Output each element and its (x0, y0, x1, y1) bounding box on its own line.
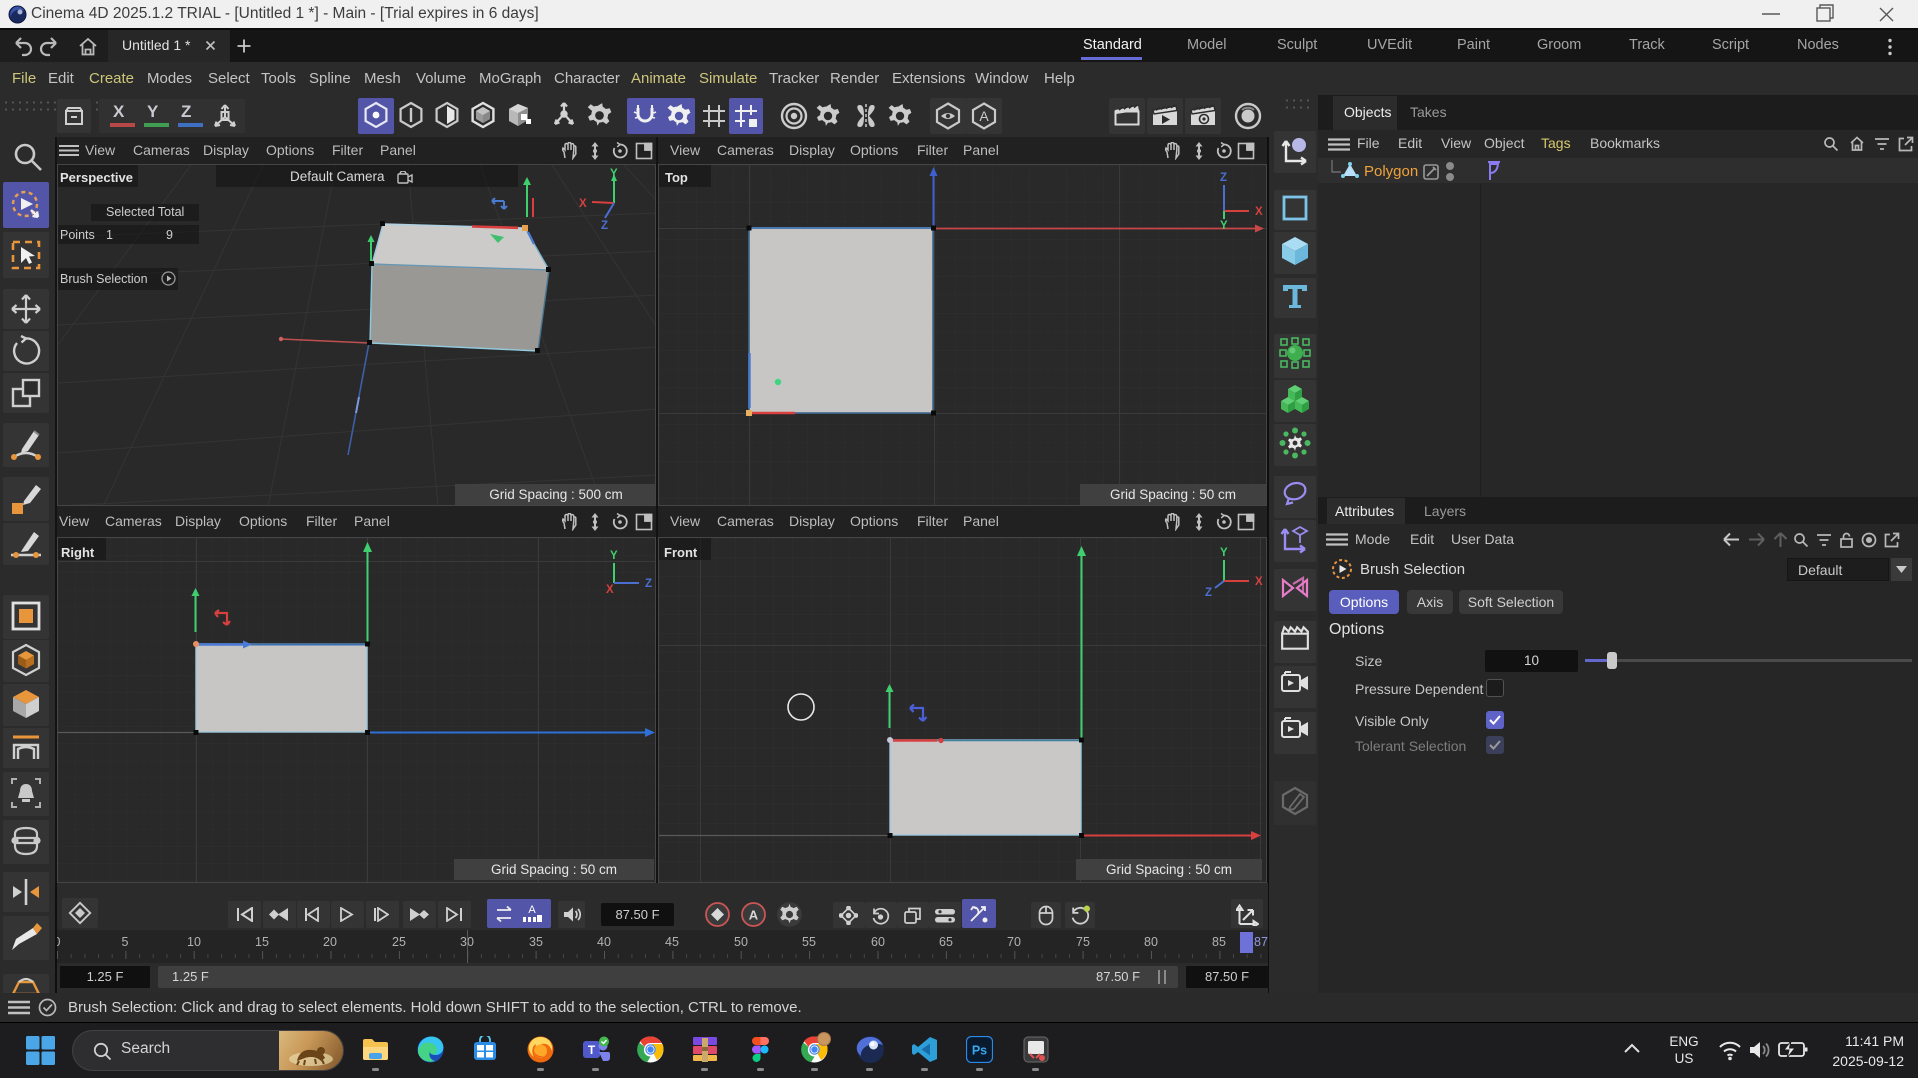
svg-text:X: X (1255, 206, 1263, 218)
svg-text:Y: Y (610, 168, 618, 180)
svg-text:Z: Z (601, 220, 608, 232)
svg-text:X: X (606, 584, 614, 596)
svg-text:X: X (1255, 576, 1263, 588)
svg-text:A: A (979, 108, 989, 124)
svg-text:X: X (579, 198, 587, 210)
svg-text:Z: Z (1205, 587, 1212, 599)
svg-text:A: A (528, 904, 536, 916)
svg-text:Y: Y (1220, 547, 1228, 559)
svg-text:Y: Y (1220, 220, 1228, 232)
svg-text:Y: Y (610, 550, 618, 562)
svg-text:Z: Z (645, 578, 652, 590)
svg-text:Z: Z (1220, 172, 1227, 184)
svg-text:A: A (749, 908, 759, 923)
